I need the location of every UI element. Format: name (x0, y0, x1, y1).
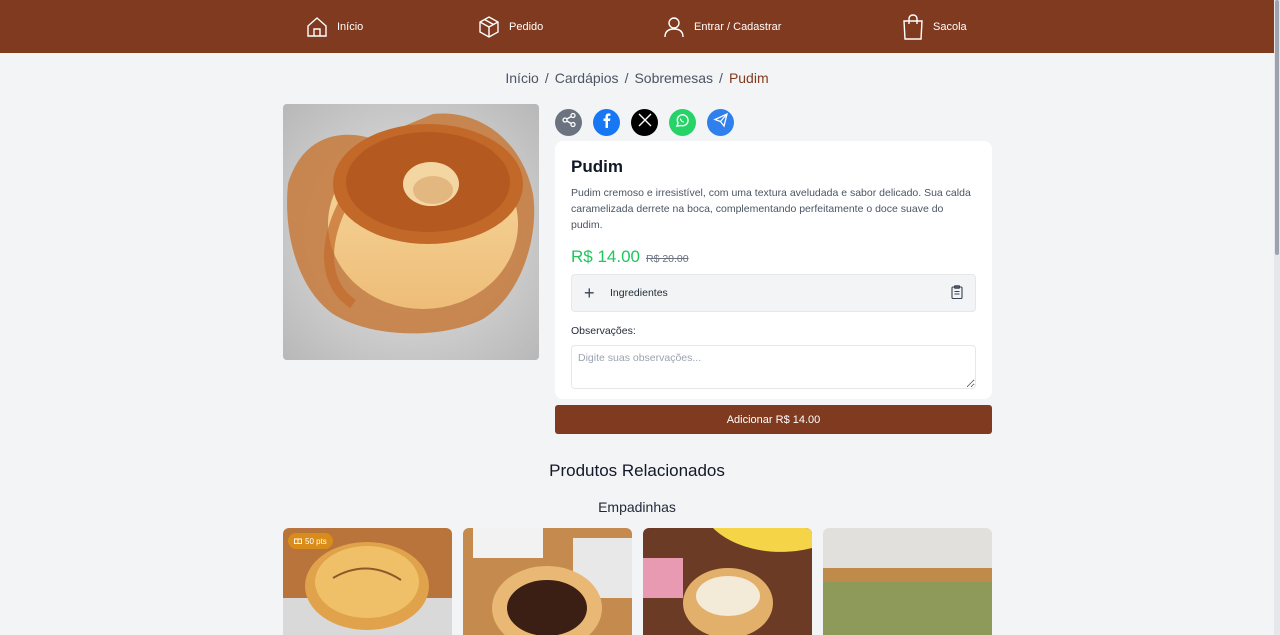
breadcrumb-separator: / (544, 70, 549, 86)
related-products-list: 50 pts (283, 528, 992, 635)
product-image (283, 104, 539, 360)
product-old-price: R$ 20.00 (646, 253, 689, 265)
facebook-icon (599, 112, 615, 133)
product-title: Pudim (571, 157, 623, 176)
nav-item-login[interactable]: Entrar / Cadastrar (662, 0, 781, 53)
product-description: Pudim cremoso e irresistível, com uma te… (571, 187, 971, 231)
x-share-button[interactable] (631, 109, 658, 136)
product-card[interactable]: 50 pts (283, 528, 452, 635)
breadcrumb-item-inicio[interactable]: Início (505, 70, 538, 86)
telegram-share-button[interactable] (707, 109, 734, 136)
product-price: R$ 14.00 (571, 247, 640, 266)
points-badge-label: 50 pts (305, 536, 327, 546)
breadcrumb: Início / Cardápios / Sobremesas / Pudim (0, 70, 1274, 86)
nav-item-label: Início (337, 20, 364, 33)
plus-icon: + (584, 283, 595, 303)
ingredients-toggle[interactable]: + Ingredientes (571, 274, 976, 312)
user-icon (662, 15, 686, 39)
scrollbar-thumb[interactable] (1275, 0, 1279, 255)
nav-item-label: Sacola (933, 20, 967, 33)
ingredients-label: Ingredientes (610, 287, 668, 299)
product-card[interactable] (823, 528, 992, 635)
gift-icon (294, 536, 302, 546)
product-details-card: Pudim Pudim cremoso e irresistível, com … (555, 141, 992, 399)
whatsapp-share-button[interactable] (669, 109, 696, 136)
home-icon (305, 15, 329, 39)
nav-item-inicio[interactable]: Início (305, 0, 363, 53)
breadcrumb-separator: / (624, 70, 629, 86)
observations-input[interactable] (571, 345, 976, 389)
whatsapp-icon (674, 112, 691, 134)
nav-item-sacola[interactable]: Sacola (901, 0, 967, 53)
top-nav: Início Pedido Entrar / Cadastrar Sacola (0, 0, 1274, 53)
price-row: R$ 14.00 R$ 20.00 (571, 247, 976, 267)
observations-label: Observações: (571, 325, 636, 337)
breadcrumb-item-cardapios[interactable]: Cardápios (555, 70, 619, 86)
facebook-share-button[interactable] (593, 109, 620, 136)
share-icon (561, 112, 577, 133)
points-badge: 50 pts (288, 533, 333, 549)
share-row (555, 109, 734, 136)
breadcrumb-item-sobremesas[interactable]: Sobremesas (634, 70, 713, 86)
clipboard-icon (951, 284, 963, 302)
nav-item-label: Entrar / Cadastrar (694, 20, 782, 33)
related-products-title: Produtos Relacionados (549, 461, 725, 480)
nav-item-pedido[interactable]: Pedido (477, 0, 543, 53)
bag-icon (901, 13, 925, 40)
product-card[interactable] (643, 528, 812, 635)
telegram-icon (712, 112, 729, 133)
share-button[interactable] (555, 109, 582, 136)
breadcrumb-separator: / (719, 70, 723, 86)
breadcrumb-current: Pudim (728, 70, 769, 86)
related-category-title: Empadinhas (598, 499, 676, 515)
x-icon (638, 113, 652, 132)
add-to-cart-button[interactable]: Adicionar R$ 14.00 (555, 405, 992, 434)
box-icon (477, 15, 501, 39)
nav-item-label: Pedido (509, 20, 544, 33)
product-card[interactable] (463, 528, 632, 635)
page-scrollbar[interactable] (1274, 0, 1280, 635)
